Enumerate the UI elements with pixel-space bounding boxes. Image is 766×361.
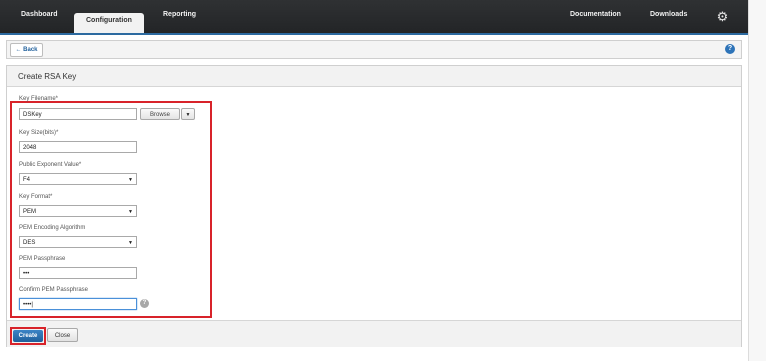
key-size-input[interactable]: 2048	[19, 141, 137, 153]
public-exponent-select[interactable]: F4 ▼	[19, 173, 137, 185]
downloads-link[interactable]: Downloads	[650, 11, 687, 18]
panel-footer	[7, 320, 741, 347]
key-format-label: Key Format*	[19, 194, 53, 200]
pem-passphrase-label: PEM Passphrase	[19, 256, 66, 262]
chevron-down-icon: ▼	[128, 209, 133, 215]
create-highlight-box: Create	[10, 327, 46, 345]
top-navigation-bar: Dashboard Configuration Reporting Docume…	[0, 0, 748, 35]
pem-algorithm-label: PEM Encoding Algorithm	[19, 225, 86, 231]
browse-button[interactable]: Browse	[140, 108, 180, 120]
create-rsa-key-panel: Create RSA Key Key Filename* DSKey Brows…	[6, 65, 742, 347]
pem-algorithm-value: DES	[23, 240, 36, 246]
close-button[interactable]: Close	[47, 328, 78, 342]
documentation-link[interactable]: Documentation	[570, 11, 621, 18]
pem-passphrase-input[interactable]: •••	[19, 267, 137, 279]
tab-reporting[interactable]: Reporting	[163, 11, 196, 18]
browse-dropdown-button[interactable]: ▼	[181, 108, 195, 120]
key-format-value: PEM	[23, 209, 37, 215]
scrollbar[interactable]	[748, 0, 766, 361]
confirm-passphrase-input[interactable]: ••••|	[19, 298, 137, 310]
create-button[interactable]: Create	[13, 330, 43, 342]
back-button[interactable]: ← Back	[10, 43, 43, 57]
tab-dashboard[interactable]: Dashboard	[21, 11, 58, 18]
public-exponent-label: Public Exponent Value*	[19, 162, 82, 168]
public-exponent-value: F4	[23, 177, 31, 183]
key-filename-input[interactable]: DSKey	[19, 108, 137, 120]
gear-icon[interactable]: ⚙	[716, 10, 729, 23]
help-icon[interactable]: ?	[725, 44, 735, 54]
breadcrumb-toolbar: ← Back ?	[6, 40, 742, 59]
key-size-label: Key Size(bits)*	[19, 130, 59, 136]
key-filename-label: Key Filename*	[19, 96, 59, 102]
key-format-select[interactable]: PEM ▼	[19, 205, 137, 217]
question-icon[interactable]: ?	[140, 299, 149, 308]
chevron-down-icon: ▼	[128, 240, 133, 246]
confirm-passphrase-label: Confirm PEM Passphrase	[19, 287, 89, 293]
page-title: Create RSA Key	[18, 72, 77, 81]
chevron-down-icon: ▼	[128, 177, 133, 183]
tab-configuration[interactable]: Configuration	[74, 13, 144, 33]
chevron-down-icon: ▼	[185, 112, 191, 118]
pem-algorithm-select[interactable]: DES ▼	[19, 236, 137, 248]
panel-header: Create RSA Key	[7, 66, 741, 87]
